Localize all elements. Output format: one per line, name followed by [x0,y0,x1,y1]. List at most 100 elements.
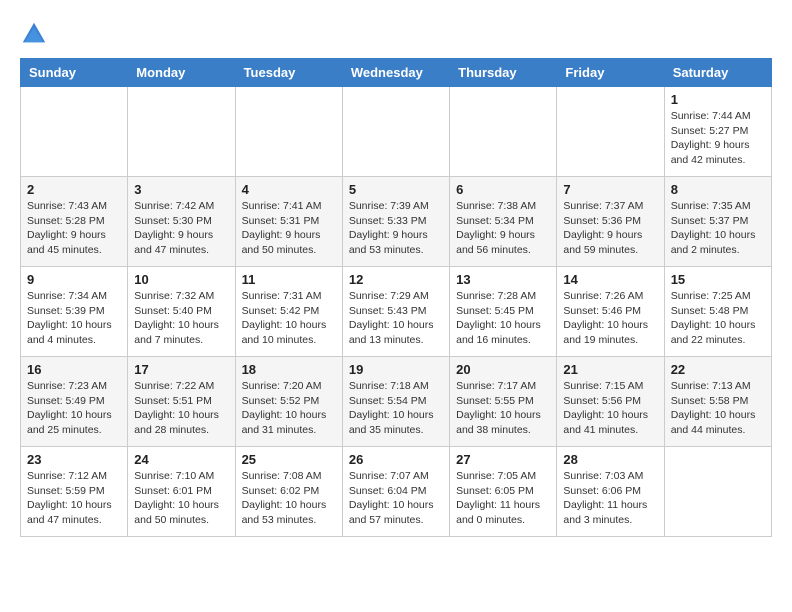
weekday-header-monday: Monday [128,59,235,87]
day-info: Sunrise: 7:23 AM Sunset: 5:49 PM Dayligh… [27,379,121,438]
day-info: Sunrise: 7:13 AM Sunset: 5:58 PM Dayligh… [671,379,765,438]
calendar-cell: 14 Sunrise: 7:26 AM Sunset: 5:46 PM Dayli… [557,267,664,357]
day-info: Sunrise: 7:17 AM Sunset: 5:55 PM Dayligh… [456,379,550,438]
day-info: Sunrise: 7:03 AM Sunset: 6:06 PM Dayligh… [563,469,657,528]
calendar-cell: 2 Sunrise: 7:43 AM Sunset: 5:28 PM Daylig… [21,177,128,267]
calendar-cell: 24Sunrise: 7:10 AM Sunset: 6:01 PM Dayli… [128,447,235,537]
day-info: Sunrise: 7:37 AM Sunset: 5:36 PM Dayligh… [563,199,657,258]
calendar-cell: 12 Sunrise: 7:29 AM Sunset: 5:43 PM Dayli… [342,267,449,357]
day-number: 20 [456,362,550,377]
day-number: 17 [134,362,228,377]
calendar-cell: 22 Sunrise: 7:13 AM Sunset: 5:58 PM Dayli… [664,357,771,447]
day-info: Sunrise: 7:20 AM Sunset: 5:52 PM Dayligh… [242,379,336,438]
day-info: Sunrise: 7:18 AM Sunset: 5:54 PM Dayligh… [349,379,443,438]
calendar-cell: 17 Sunrise: 7:22 AM Sunset: 5:51 PM Dayli… [128,357,235,447]
calendar-cell [450,87,557,177]
day-info: Sunrise: 7:29 AM Sunset: 5:43 PM Dayligh… [349,289,443,348]
calendar-cell [128,87,235,177]
logo [20,20,52,48]
calendar-cell: 20 Sunrise: 7:17 AM Sunset: 5:55 PM Dayli… [450,357,557,447]
calendar-cell [664,447,771,537]
day-number: 5 [349,182,443,197]
day-number: 28 [563,452,657,467]
day-number: 4 [242,182,336,197]
logo-icon [20,20,48,48]
day-number: 25 [242,452,336,467]
day-info: Sunrise: 7:28 AM Sunset: 5:45 PM Dayligh… [456,289,550,348]
day-number: 10 [134,272,228,287]
weekday-header-tuesday: Tuesday [235,59,342,87]
calendar-cell: 6 Sunrise: 7:38 AM Sunset: 5:34 PM Daylig… [450,177,557,267]
day-number: 2 [27,182,121,197]
day-info: Sunrise: 7:32 AM Sunset: 5:40 PM Dayligh… [134,289,228,348]
day-info: Sunrise: 7:42 AM Sunset: 5:30 PM Dayligh… [134,199,228,258]
calendar-cell: 10 Sunrise: 7:32 AM Sunset: 5:40 PM Dayli… [128,267,235,357]
day-number: 15 [671,272,765,287]
calendar-week-row: 23 Sunrise: 7:12 AM Sunset: 5:59 PM Dayli… [21,447,772,537]
calendar-cell: 28 Sunrise: 7:03 AM Sunset: 6:06 PM Dayli… [557,447,664,537]
calendar-cell: 3 Sunrise: 7:42 AM Sunset: 5:30 PM Daylig… [128,177,235,267]
day-number: 12 [349,272,443,287]
calendar-cell: 11 Sunrise: 7:31 AM Sunset: 5:42 PM Dayli… [235,267,342,357]
day-info: Sunrise: 7:35 AM Sunset: 5:37 PM Dayligh… [671,199,765,258]
calendar-cell: 27 Sunrise: 7:05 AM Sunset: 6:05 PM Dayli… [450,447,557,537]
calendar-cell [235,87,342,177]
calendar-cell: 13 Sunrise: 7:28 AM Sunset: 5:45 PM Dayli… [450,267,557,357]
day-number: 1 [671,92,765,107]
calendar-week-row: 9 Sunrise: 7:34 AM Sunset: 5:39 PM Daylig… [21,267,772,357]
day-info: Sunrise: 7:25 AM Sunset: 5:48 PM Dayligh… [671,289,765,348]
day-info: Sunrise: 7:12 AM Sunset: 5:59 PM Dayligh… [27,469,121,528]
calendar-week-row: 2 Sunrise: 7:43 AM Sunset: 5:28 PM Daylig… [21,177,772,267]
day-number: 8 [671,182,765,197]
day-number: 7 [563,182,657,197]
calendar-cell: 8 Sunrise: 7:35 AM Sunset: 5:37 PM Daylig… [664,177,771,267]
day-number: 6 [456,182,550,197]
calendar-cell: 5 Sunrise: 7:39 AM Sunset: 5:33 PM Daylig… [342,177,449,267]
page-header [20,20,772,48]
calendar-cell: 4 Sunrise: 7:41 AM Sunset: 5:31 PM Daylig… [235,177,342,267]
weekday-header-row: SundayMondayTuesdayWednesdayThursdayFrid… [21,59,772,87]
day-number: 11 [242,272,336,287]
day-number: 19 [349,362,443,377]
day-info: Sunrise: 7:34 AM Sunset: 5:39 PM Dayligh… [27,289,121,348]
calendar-cell: 16 Sunrise: 7:23 AM Sunset: 5:49 PM Dayli… [21,357,128,447]
day-number: 27 [456,452,550,467]
calendar-cell: 19 Sunrise: 7:18 AM Sunset: 5:54 PM Dayli… [342,357,449,447]
day-info: Sunrise: 7:08 AM Sunset: 6:02 PM Dayligh… [242,469,336,528]
day-number: 14 [563,272,657,287]
day-info: Sunrise: 7:26 AM Sunset: 5:46 PM Dayligh… [563,289,657,348]
calendar-cell: 9 Sunrise: 7:34 AM Sunset: 5:39 PM Daylig… [21,267,128,357]
calendar-cell: 15 Sunrise: 7:25 AM Sunset: 5:48 PM Dayli… [664,267,771,357]
calendar-cell: 1Sunrise: 7:44 AM Sunset: 5:27 PM Daylig… [664,87,771,177]
day-info: Sunrise: 7:22 AM Sunset: 5:51 PM Dayligh… [134,379,228,438]
day-number: 13 [456,272,550,287]
weekday-header-saturday: Saturday [664,59,771,87]
calendar-table: SundayMondayTuesdayWednesdayThursdayFrid… [20,58,772,537]
day-number: 23 [27,452,121,467]
day-number: 3 [134,182,228,197]
calendar-cell: 25 Sunrise: 7:08 AM Sunset: 6:02 PM Dayli… [235,447,342,537]
calendar-cell [557,87,664,177]
calendar-cell: 26Sunrise: 7:07 AM Sunset: 6:04 PM Dayli… [342,447,449,537]
weekday-header-wednesday: Wednesday [342,59,449,87]
calendar-cell: 21 Sunrise: 7:15 AM Sunset: 5:56 PM Dayli… [557,357,664,447]
day-info: Sunrise: 7:38 AM Sunset: 5:34 PM Dayligh… [456,199,550,258]
day-number: 16 [27,362,121,377]
day-info: Sunrise: 7:10 AM Sunset: 6:01 PM Dayligh… [134,469,228,528]
day-info: Sunrise: 7:41 AM Sunset: 5:31 PM Dayligh… [242,199,336,258]
day-info: Sunrise: 7:05 AM Sunset: 6:05 PM Dayligh… [456,469,550,528]
weekday-header-friday: Friday [557,59,664,87]
day-info: Sunrise: 7:31 AM Sunset: 5:42 PM Dayligh… [242,289,336,348]
day-number: 21 [563,362,657,377]
day-info: Sunrise: 7:43 AM Sunset: 5:28 PM Dayligh… [27,199,121,258]
calendar-cell: 18 Sunrise: 7:20 AM Sunset: 5:52 PM Dayli… [235,357,342,447]
day-number: 9 [27,272,121,287]
day-number: 18 [242,362,336,377]
weekday-header-sunday: Sunday [21,59,128,87]
weekday-header-thursday: Thursday [450,59,557,87]
calendar-cell: 23 Sunrise: 7:12 AM Sunset: 5:59 PM Dayli… [21,447,128,537]
calendar-cell [342,87,449,177]
day-info: Sunrise: 7:15 AM Sunset: 5:56 PM Dayligh… [563,379,657,438]
day-info: Sunrise: 7:39 AM Sunset: 5:33 PM Dayligh… [349,199,443,258]
day-number: 22 [671,362,765,377]
